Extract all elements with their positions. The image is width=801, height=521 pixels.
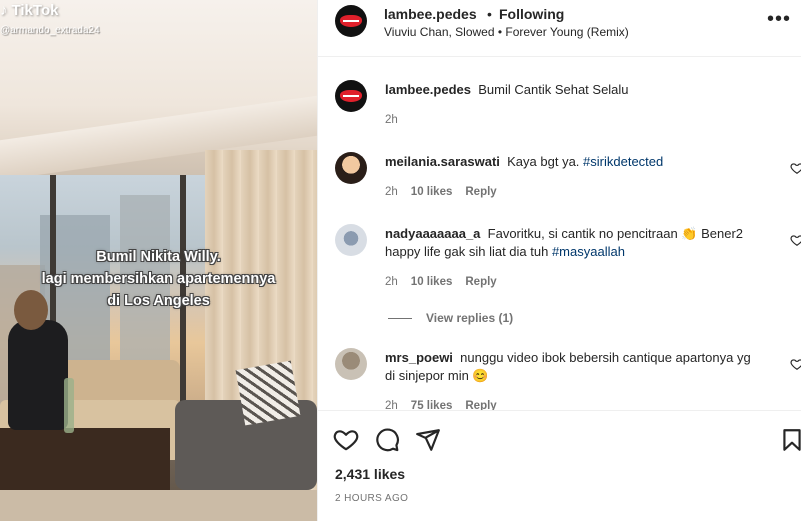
- post-panel: lambee.pedes • Following Viuviu Chan, Sl…: [317, 0, 801, 521]
- like-heart-icon[interactable]: [790, 233, 801, 247]
- bookmark-icon[interactable]: [779, 427, 801, 453]
- comment-text: nadyaaaaaaa_a Favoritku, si cantik no pe…: [385, 225, 765, 261]
- tiktok-username: @armando_extrada24: [0, 25, 100, 36]
- share-icon[interactable]: [415, 427, 441, 453]
- heart-icon[interactable]: [333, 427, 359, 453]
- replies-divider: [388, 317, 412, 319]
- separator-dot: •: [487, 6, 492, 22]
- comment-username[interactable]: lambee.pedes: [385, 82, 471, 97]
- more-horizontal-icon[interactable]: •••: [767, 8, 791, 31]
- comment-body: Favoritku, si cantik no pencitraan 👏 Ben…: [487, 226, 744, 241]
- avatar[interactable]: [335, 348, 367, 380]
- like-heart-icon[interactable]: [790, 161, 801, 175]
- caption-line: di Los Angeles: [107, 293, 210, 309]
- comment-likes[interactable]: 10 likes: [411, 276, 453, 288]
- comments-list[interactable]: lambee.pedes Bumil Cantik Sehat Selalu 2…: [318, 58, 801, 410]
- reply-button[interactable]: Reply: [465, 400, 496, 410]
- like-heart-icon[interactable]: [790, 357, 801, 371]
- tiktok-note-icon: ♪: [0, 2, 8, 19]
- comment-username[interactable]: meilania.saraswati: [385, 154, 500, 169]
- floor: [0, 490, 317, 521]
- reply-button[interactable]: Reply: [465, 276, 496, 288]
- avatar[interactable]: [335, 5, 367, 37]
- video-player[interactable]: ♪ TikTok @armando_extrada24 Bumil Nikita…: [0, 0, 317, 521]
- comment-body: Kaya bgt ya.: [507, 154, 580, 169]
- hashtag-link[interactable]: #masyaallah: [552, 244, 625, 259]
- caption-text: lambee.pedes Bumil Cantik Sehat Selalu: [385, 81, 765, 99]
- caption-time: 2h: [385, 114, 398, 126]
- reply-button[interactable]: Reply: [465, 186, 496, 198]
- pillow: [235, 360, 301, 426]
- avatar[interactable]: [335, 224, 367, 256]
- tiktok-wordmark: TikTok: [11, 2, 59, 19]
- spray-bottle: [64, 378, 74, 433]
- post-timestamp: 2 HOURS AGO: [335, 493, 409, 504]
- post-actions: 2,431 likes 2 HOURS AGO: [318, 410, 801, 521]
- comment-meta: 2h 10 likes Reply: [385, 186, 497, 198]
- post-header: lambee.pedes • Following Viuviu Chan, Sl…: [318, 0, 801, 57]
- comment-time: 2h: [385, 186, 398, 198]
- comment-likes[interactable]: 10 likes: [411, 186, 453, 198]
- likes-count[interactable]: 2,431 likes: [335, 466, 405, 482]
- comment-body: nunggu video ibok bebersih cantique apar…: [460, 350, 751, 365]
- comment-text: mrs_poewi nunggu video ibok bebersih can…: [385, 349, 765, 385]
- following-button[interactable]: Following: [499, 6, 564, 22]
- caption-line: Bumil Nikita Willy.: [96, 249, 221, 265]
- avatar[interactable]: [335, 152, 367, 184]
- comment-username[interactable]: mrs_poewi: [385, 350, 453, 365]
- view-replies-label: View replies (1): [426, 311, 514, 325]
- avatar[interactable]: [335, 80, 367, 112]
- comment-likes[interactable]: 75 likes: [411, 400, 453, 410]
- caption-body: Bumil Cantik Sehat Selalu: [478, 82, 629, 97]
- author-username[interactable]: lambee.pedes: [384, 6, 477, 22]
- comment-icon[interactable]: [374, 427, 400, 453]
- comment-body-continued: di sinjepor min 😊: [385, 368, 489, 383]
- comment-time: 2h: [385, 276, 398, 288]
- hashtag-link[interactable]: #sirikdetected: [583, 154, 663, 169]
- video-caption: Bumil Nikita Willy. lagi membersihkan ap…: [0, 246, 317, 312]
- comment-username[interactable]: nadyaaaaaaa_a: [385, 226, 480, 241]
- comment-time: 2h: [385, 400, 398, 410]
- coffee-table: [0, 428, 170, 493]
- caption-line: lagi membersihkan apartemennya: [41, 271, 276, 287]
- lips-logo-icon: [340, 15, 362, 27]
- tiktok-watermark: ♪ TikTok: [0, 2, 58, 19]
- lips-logo-icon: [340, 90, 362, 102]
- comment-meta: 2h 10 likes Reply: [385, 276, 497, 288]
- comment-meta: 2h 75 likes Reply: [385, 400, 497, 410]
- comment-text: meilania.saraswati Kaya bgt ya. #sirikde…: [385, 153, 765, 171]
- comment-body-continued: happy life gak sih liat dia tuh: [385, 244, 549, 259]
- caption-meta: 2h: [385, 114, 398, 126]
- person: [8, 320, 68, 430]
- audio-track-link[interactable]: Viuviu Chan, Slowed • Forever Young (Rem…: [384, 25, 629, 39]
- view-replies-button[interactable]: View replies (1): [388, 311, 513, 325]
